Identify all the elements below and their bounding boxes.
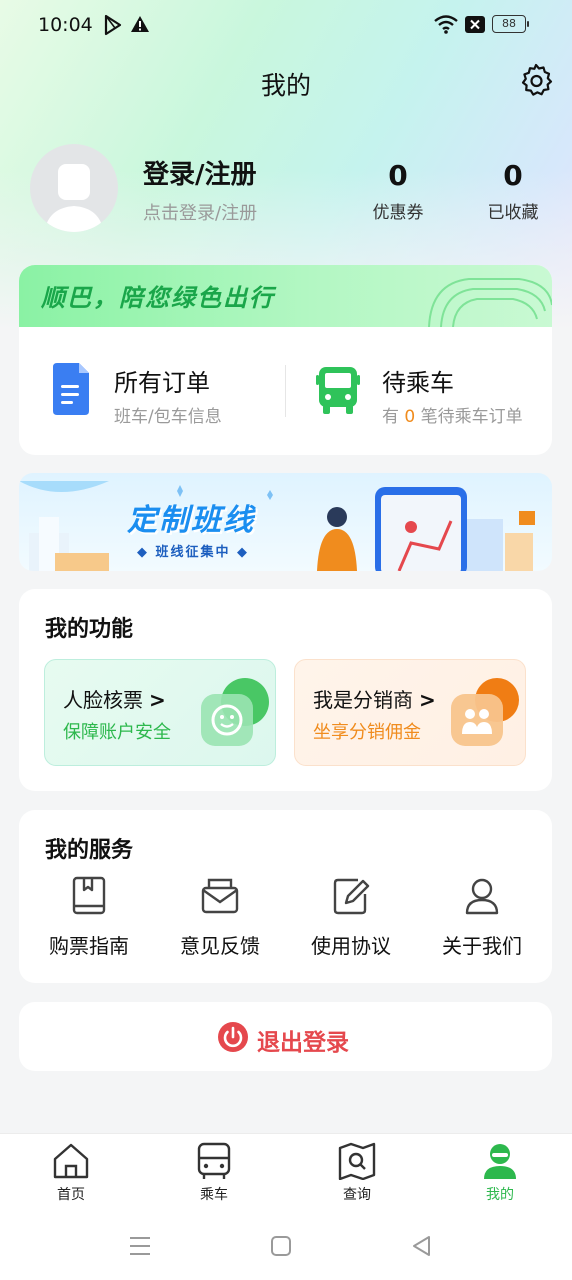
tab-home-label: 首页 <box>57 1187 85 1203</box>
ticket-guide-entry[interactable]: 购票指南 <box>34 876 144 959</box>
settings-gear-icon[interactable] <box>518 62 554 98</box>
tab-query[interactable]: 查询 <box>307 1142 407 1204</box>
wifi-icon <box>434 15 458 34</box>
tab-mine[interactable]: 我的 <box>450 1142 550 1204</box>
face-scan-icon <box>201 678 269 746</box>
edit-document-icon <box>333 878 370 915</box>
logout-label: 退出登录 <box>257 1030 349 1056</box>
waiting-ride-entry[interactable]: 待乘车 有 0 笔待乘车订单 <box>286 345 552 445</box>
coupons-stat[interactable]: 0 优惠券 <box>353 158 443 223</box>
back-triangle-icon[interactable] <box>410 1234 432 1258</box>
logout-button[interactable]: 退出登录 <box>19 1002 552 1071</box>
feedback-label: 意见反馈 <box>180 934 260 958</box>
user-icon <box>484 1144 516 1179</box>
tab-ride-label: 乘车 <box>200 1187 228 1203</box>
all-orders-title: 所有订单 <box>114 369 210 397</box>
custom-route-subtitle: ◆ 班线征集中 ◆ <box>137 545 250 560</box>
ticket-guide-label: 购票指南 <box>49 934 129 958</box>
person-icon <box>465 878 499 915</box>
face-verify-ticket-entry[interactable]: 人脸核票 > 保障账户安全 <box>44 659 276 766</box>
orders-banner-slogan: 顺巴，陪您绿色出行 <box>41 284 275 312</box>
login-register-subtitle[interactable]: 点击登录/注册 <box>143 199 257 225</box>
distributor-title: 我是分销商 > <box>313 688 436 712</box>
play-store-icon <box>104 14 122 36</box>
all-orders-entry[interactable]: 所有订单 班车/包车信息 <box>19 345 285 445</box>
tab-mine-label: 我的 <box>486 1187 514 1203</box>
distributor-people-icon <box>451 678 519 746</box>
all-orders-subtitle: 班车/包车信息 <box>114 407 222 427</box>
system-navigation-bar <box>0 1213 572 1280</box>
waiting-sub-suffix: 笔待乘车订单 <box>420 407 523 427</box>
map-search-icon <box>338 1142 376 1180</box>
feedback-entry[interactable]: 意见反馈 <box>165 876 275 959</box>
tab-query-label: 查询 <box>343 1187 371 1203</box>
favorites-stat[interactable]: 0 已收藏 <box>468 158 558 223</box>
login-register-title[interactable]: 登录/注册 <box>143 154 257 191</box>
home-icon <box>53 1143 89 1179</box>
face-verify-subtitle: 保障账户安全 <box>63 722 171 743</box>
user-agreement-label: 使用协议 <box>311 934 391 958</box>
default-avatar-icon <box>44 164 104 232</box>
book-icon <box>72 876 106 915</box>
my-functions-title: 我的功能 <box>45 617 134 642</box>
status-time: 10:04 <box>38 14 93 36</box>
banner-illustration <box>19 481 535 571</box>
favorites-count: 0 <box>503 159 523 192</box>
tab-home[interactable]: 首页 <box>21 1142 121 1204</box>
user-agreement-entry[interactable]: 使用协议 <box>296 876 406 959</box>
waiting-count: 0 <box>404 407 416 427</box>
status-bar: 10:04 88 <box>0 0 572 52</box>
my-services-card: 我的服务 购票指南 意见反馈 使用协议 关于我们 <box>19 810 552 983</box>
avatar[interactable] <box>30 144 118 232</box>
mail-icon <box>201 878 239 914</box>
my-services-title: 我的服务 <box>45 838 134 863</box>
waiting-ride-title: 待乘车 <box>382 369 454 397</box>
orders-banner: 顺巴，陪您绿色出行 <box>19 265 552 327</box>
bus-outline-decoration <box>428 278 552 327</box>
my-functions-card: 我的功能 人脸核票 > 保障账户安全 我是分销商 > 坐享分销佣金 <box>19 589 552 791</box>
waiting-ride-subtitle: 有 0 笔待乘车订单 <box>382 402 523 427</box>
custom-route-banner[interactable]: 定制班线 ◆ 班线征集中 ◆ <box>19 473 552 571</box>
document-icon <box>53 363 89 415</box>
bus-icon <box>197 1142 231 1179</box>
face-verify-title: 人脸核票 > <box>63 688 166 712</box>
about-us-entry[interactable]: 关于我们 <box>427 876 537 959</box>
green-bus-icon <box>316 367 360 414</box>
menu-icon[interactable] <box>128 1235 152 1257</box>
waiting-sub-prefix: 有 <box>382 407 399 427</box>
page-title: 我的 <box>260 71 311 100</box>
power-icon <box>218 1022 248 1052</box>
warning-icon <box>131 16 149 32</box>
distributor-entry[interactable]: 我是分销商 > 坐享分销佣金 <box>294 659 526 766</box>
orders-card: 顺巴，陪您绿色出行 所有订单 班车/包车信息 待乘车 有 0 笔待乘车订单 <box>19 265 552 455</box>
sim-no-signal-icon <box>465 16 485 33</box>
custom-route-title: 定制班线 <box>127 503 255 538</box>
battery-indicator: 88 <box>492 15 529 33</box>
coupons-label: 优惠券 <box>372 203 424 223</box>
favorites-label: 已收藏 <box>487 203 539 223</box>
home-square-icon[interactable] <box>270 1235 292 1257</box>
tab-ride[interactable]: 乘车 <box>164 1142 264 1204</box>
bottom-tab-bar: 首页 乘车 查询 我的 <box>0 1133 572 1213</box>
about-us-label: 关于我们 <box>442 934 522 958</box>
distributor-subtitle: 坐享分销佣金 <box>313 722 421 743</box>
coupons-count: 0 <box>388 159 408 192</box>
